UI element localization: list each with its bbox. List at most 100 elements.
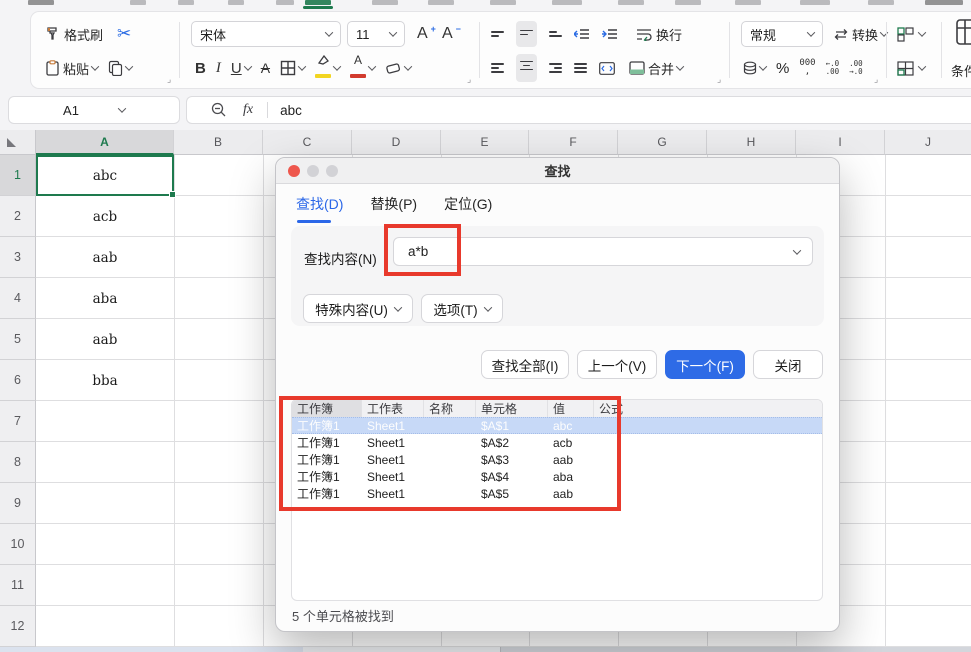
cell-a2[interactable]: acb — [36, 196, 174, 237]
row-header-11[interactable]: 11 — [0, 565, 36, 606]
options-button[interactable]: 选项(T) — [421, 294, 503, 323]
align-left-icon[interactable] — [491, 60, 504, 75]
align-bottom-icon[interactable] — [549, 29, 562, 40]
thousands-separator-button[interactable]: 000, — [799, 59, 815, 77]
minimize-window-button[interactable] — [307, 165, 319, 177]
column-header-h[interactable]: H — [707, 130, 796, 155]
percent-style-button[interactable]: % — [776, 60, 789, 77]
delete-cells-chevron[interactable] — [918, 62, 926, 70]
wrap-text-button[interactable]: 换行 — [636, 25, 682, 44]
zoom-window-button[interactable] — [326, 165, 338, 177]
copy-dropdown-chevron[interactable] — [125, 62, 133, 70]
cell-a5[interactable]: aab — [36, 319, 174, 360]
column-header-d[interactable]: D — [352, 130, 441, 155]
row-header-2[interactable]: 2 — [0, 196, 36, 237]
shrink-font-button[interactable]: A− — [442, 25, 461, 43]
clipboard-group-expander[interactable]: ⌟ — [167, 74, 171, 85]
next-button[interactable]: 下一个(F) — [665, 350, 745, 379]
borders-button[interactable] — [280, 60, 305, 76]
column-header-g[interactable]: G — [618, 130, 707, 155]
dialog-titlebar[interactable]: 查找 — [276, 158, 839, 184]
borders-chevron[interactable] — [298, 62, 306, 70]
justify-icon[interactable] — [574, 60, 587, 75]
copy-button[interactable] — [108, 60, 132, 76]
select-all-corner[interactable] — [0, 130, 36, 155]
italic-button[interactable]: I — [216, 60, 221, 77]
paste-button[interactable]: 粘贴 — [45, 59, 98, 78]
column-header-i[interactable]: I — [796, 130, 885, 155]
results-header-formula[interactable]: 公式 — [594, 400, 822, 417]
close-button[interactable]: 关闭 — [753, 350, 823, 379]
align-center-icon[interactable] — [516, 54, 537, 82]
cell-a4[interactable]: aba — [36, 278, 174, 319]
conditional-format-icon[interactable] — [955, 18, 971, 46]
row-header-3[interactable]: 3 — [0, 237, 36, 278]
increase-decimal-button[interactable]: ←.0 .00 — [826, 60, 840, 76]
fill-color-chevron[interactable] — [333, 62, 341, 70]
row-header-12[interactable]: 12 — [0, 606, 36, 647]
strikethrough-button[interactable]: A — [261, 60, 270, 76]
row-header-10[interactable]: 10 — [0, 524, 36, 565]
underline-chevron[interactable] — [243, 62, 251, 70]
row-header-7[interactable]: 7 — [0, 401, 36, 442]
cut-icon[interactable]: ✂ — [117, 24, 131, 44]
font-group-expander[interactable]: ⌟ — [467, 74, 471, 85]
delete-cells-icon[interactable] — [897, 61, 914, 76]
decrease-decimal-button[interactable]: .00 →.0 — [849, 60, 863, 76]
column-header-c[interactable]: C — [263, 130, 352, 155]
decrease-indent-icon[interactable] — [574, 28, 590, 40]
number-format-combo[interactable]: 常规 — [741, 21, 823, 47]
column-header-b[interactable]: B — [174, 130, 263, 155]
name-box-chevron[interactable] — [118, 104, 126, 112]
align-top-icon[interactable] — [491, 29, 504, 40]
font-name-combo[interactable]: 宋体 — [191, 21, 341, 47]
insert-cells-chevron[interactable] — [918, 28, 926, 36]
merge-chevron[interactable] — [676, 62, 684, 70]
align-middle-icon[interactable] — [516, 21, 537, 47]
special-content-button[interactable]: 特殊内容(U) — [303, 294, 413, 323]
cell-a3[interactable]: aab — [36, 237, 174, 278]
bold-button[interactable]: B — [195, 60, 206, 77]
column-header-j[interactable]: J — [885, 130, 971, 155]
paste-dropdown-chevron[interactable] — [91, 62, 99, 70]
font-color-button[interactable]: A — [350, 55, 375, 81]
row-header-6[interactable]: 6 — [0, 360, 36, 401]
formula-bar[interactable]: fx abc — [186, 96, 971, 124]
column-header-f[interactable]: F — [529, 130, 618, 155]
currency-chevron[interactable] — [759, 62, 767, 70]
find-all-button[interactable]: 查找全部(I) — [481, 350, 569, 379]
distributed-icon[interactable] — [599, 62, 615, 75]
fill-color-button[interactable] — [315, 55, 340, 81]
number-group-expander[interactable]: ⌟ — [874, 74, 878, 85]
find-what-chevron[interactable] — [793, 246, 801, 254]
format-painter-button[interactable]: 格式刷 — [45, 25, 103, 44]
close-window-button[interactable] — [288, 165, 300, 177]
menubar-active-tab[interactable] — [305, 0, 331, 5]
insert-cells-icon[interactable] — [897, 27, 914, 42]
increase-indent-icon[interactable] — [602, 28, 618, 40]
row-header-8[interactable]: 8 — [0, 442, 36, 483]
row-header-1[interactable]: 1 — [0, 155, 36, 196]
row-header-4[interactable]: 4 — [0, 278, 36, 319]
row-header-5[interactable]: 5 — [0, 319, 36, 360]
conditional-format-label[interactable]: 条件格式 — [951, 61, 971, 80]
merge-button[interactable]: 合并 — [629, 59, 683, 78]
fill-handle[interactable] — [169, 191, 176, 198]
column-header-a[interactable]: A — [36, 130, 174, 155]
previous-button[interactable]: 上一个(V) — [577, 350, 657, 379]
font-color-chevron[interactable] — [368, 62, 376, 70]
name-box[interactable]: A1 — [8, 96, 180, 124]
tab-find[interactable]: 查找(D) — [296, 194, 343, 223]
eraser-chevron[interactable] — [404, 62, 412, 70]
column-header-e[interactable]: E — [441, 130, 529, 155]
font-size-combo[interactable]: 11 — [347, 21, 405, 47]
eraser-button[interactable] — [385, 61, 411, 75]
currency-format-button[interactable] — [743, 61, 766, 75]
tab-replace[interactable]: 替换(P) — [370, 194, 417, 223]
align-right-icon[interactable] — [549, 60, 562, 75]
tab-goto[interactable]: 定位(G) — [444, 194, 492, 223]
convert-button[interactable]: 转换 — [833, 25, 887, 44]
alignment-group-expander[interactable]: ⌟ — [717, 74, 721, 85]
grow-font-button[interactable]: A+ — [417, 25, 436, 43]
underline-button[interactable]: U — [231, 60, 251, 77]
